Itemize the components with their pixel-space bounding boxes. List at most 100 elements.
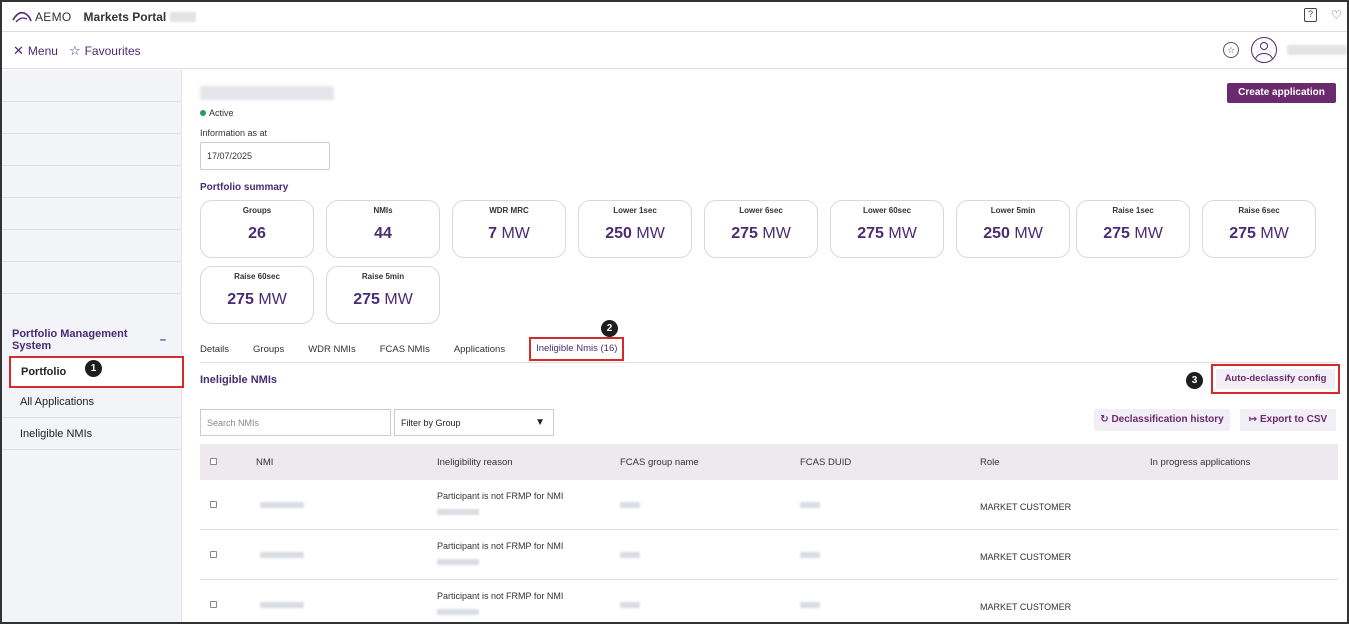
aemo-logo[interactable]: AEMO bbox=[12, 10, 72, 24]
select-all-checkbox[interactable] bbox=[210, 458, 217, 465]
summary-card-label: Raise 6sec bbox=[1238, 206, 1280, 215]
tab-groups[interactable]: Groups bbox=[253, 340, 284, 362]
fcas-group-value bbox=[620, 552, 640, 558]
tab-wdr-nmis[interactable]: WDR NMIs bbox=[308, 340, 356, 362]
summary-card: Lower 5min 250 MW bbox=[956, 200, 1070, 258]
menu-bar: ✕ Menu ☆ Favourites ☆ bbox=[2, 33, 1347, 69]
sidebar-blank-item bbox=[2, 102, 181, 134]
create-application-button[interactable]: Create application bbox=[1227, 83, 1336, 103]
chat-icon[interactable]: ♡ bbox=[1331, 8, 1343, 22]
row-checkbox[interactable] bbox=[210, 601, 217, 608]
summary-card-value: 7 MW bbox=[453, 225, 565, 243]
summary-card-unit: MW bbox=[1014, 225, 1043, 242]
summary-card-label: Groups bbox=[242, 206, 272, 215]
table-row[interactable]: Participant is not FRMP for NMI MARKET C… bbox=[200, 580, 1338, 622]
summary-card-value: 275 MW bbox=[327, 291, 439, 309]
column-header-fcas-group[interactable]: FCAS group name bbox=[620, 457, 699, 468]
summary-card-label: Raise 1sec bbox=[1112, 206, 1154, 215]
summary-card-number: 7 bbox=[488, 225, 497, 242]
tab-fcas-nmis[interactable]: FCAS NMIs bbox=[380, 340, 430, 362]
sidebar-item-label: All Applications bbox=[20, 395, 94, 408]
summary-card-unit: MW bbox=[888, 225, 917, 242]
summary-card-number: 250 bbox=[605, 225, 632, 242]
menu-label: Menu bbox=[27, 43, 58, 58]
callout-2: 2 bbox=[601, 320, 618, 337]
summary-card-label: Lower 6sec bbox=[739, 206, 783, 215]
column-header-in-progress[interactable]: In progress applications bbox=[1150, 457, 1250, 468]
menu-button[interactable]: ✕ Menu bbox=[13, 43, 58, 59]
summary-card-unit: MW bbox=[258, 291, 287, 308]
nmi-value bbox=[260, 552, 304, 558]
column-header-role[interactable]: Role bbox=[980, 457, 1000, 468]
summary-card-number: 275 bbox=[1103, 225, 1130, 242]
summary-card-value: 26 bbox=[201, 225, 313, 243]
filter-by-group-select[interactable]: Filter by Group ▼ bbox=[394, 409, 554, 436]
info-label: Information as at bbox=[200, 128, 268, 138]
summary-card: Groups 26 bbox=[200, 200, 314, 258]
status-text: Active bbox=[209, 108, 234, 118]
summary-card-unit: MW bbox=[762, 225, 791, 242]
filter-value: Filter by Group bbox=[401, 418, 461, 428]
tab-bar: Details Groups WDR NMIs FCAS NMIs Applic… bbox=[200, 337, 648, 362]
avatar[interactable] bbox=[1251, 37, 1277, 63]
tab-applications[interactable]: Applications bbox=[454, 340, 505, 362]
column-header-nmi[interactable]: NMI bbox=[256, 457, 273, 468]
role-value: MARKET CUSTOMER bbox=[980, 602, 1072, 612]
reason-nmi-value bbox=[437, 559, 479, 565]
summary-card-value: 275 MW bbox=[1203, 225, 1315, 243]
tab-divider bbox=[200, 362, 1338, 363]
declassification-history-button[interactable]: ↻ Declassification history bbox=[1094, 409, 1230, 431]
sidebar-blank-item bbox=[2, 166, 181, 198]
sidebar-item-all-applications[interactable]: All Applications bbox=[2, 386, 182, 418]
sidebar-blank-item bbox=[2, 262, 181, 294]
summary-card: Lower 6sec 275 MW bbox=[704, 200, 818, 258]
auto-declassify-label: Auto-declassify config bbox=[1216, 369, 1335, 389]
callout-1: 1 bbox=[85, 360, 102, 377]
favourites-button[interactable]: ☆ Favourites bbox=[69, 43, 141, 59]
history-icon: ↻ bbox=[1100, 414, 1112, 425]
favourite-star-icon[interactable]: ☆ bbox=[1223, 42, 1239, 58]
table-row[interactable]: Participant is not FRMP for NMI MARKET C… bbox=[200, 530, 1338, 580]
summary-card-label: NMIs bbox=[373, 206, 393, 215]
row-checkbox[interactable] bbox=[210, 551, 217, 558]
export-csv-button[interactable]: ↦ Export to CSV bbox=[1240, 409, 1336, 431]
table-row[interactable]: Participant is not FRMP for NMI MARKET C… bbox=[200, 480, 1338, 530]
sidebar-blank-item bbox=[2, 134, 181, 166]
sidebar-blank-item bbox=[2, 198, 181, 230]
nmi-value bbox=[260, 602, 304, 608]
sidebar: Portfolio Management System – Portfolio … bbox=[2, 70, 184, 622]
sidebar-item-ineligible-nmis[interactable]: Ineligible NMIs bbox=[2, 418, 182, 450]
summary-card-label: Raise 5min bbox=[361, 272, 405, 281]
close-icon: ✕ bbox=[13, 42, 24, 58]
summary-card-unit: MW bbox=[384, 291, 413, 308]
role-value: MARKET CUSTOMER bbox=[980, 502, 1072, 512]
reason-nmi-value bbox=[437, 509, 479, 515]
fcas-duid-value bbox=[800, 502, 820, 508]
export-icon: ↦ bbox=[1248, 414, 1260, 425]
summary-card-number: 44 bbox=[374, 225, 392, 242]
auto-declassify-config-button[interactable]: Auto-declassify config bbox=[1211, 364, 1340, 394]
callout-3: 3 bbox=[1186, 372, 1203, 389]
sidebar-item-label: Ineligible NMIs bbox=[20, 427, 93, 440]
summary-card: Raise 6sec 275 MW bbox=[1202, 200, 1316, 258]
search-nmis-input[interactable]: Search NMIs bbox=[200, 409, 391, 436]
summary-card-value: 44 bbox=[327, 225, 439, 243]
sidebar-section-pms[interactable]: Portfolio Management System – bbox=[2, 323, 182, 357]
fcas-duid-value bbox=[800, 602, 820, 608]
participant-name bbox=[200, 86, 334, 100]
aemo-logo-icon bbox=[12, 11, 32, 22]
summary-card-value: 275 MW bbox=[831, 225, 943, 243]
collapse-icon[interactable]: – bbox=[160, 334, 166, 346]
info-date-field[interactable]: 17/07/2025 bbox=[200, 142, 330, 170]
summary-card: WDR MRC 7 MW bbox=[452, 200, 566, 258]
summary-card-label: Lower 1sec bbox=[613, 206, 657, 215]
column-header-fcas-duid[interactable]: FCAS DUID bbox=[800, 457, 851, 468]
ineligibility-reason: Participant is not FRMP for NMI bbox=[437, 491, 564, 501]
tab-ineligible-nmis[interactable]: Ineligible Nmis (16) bbox=[529, 337, 625, 361]
row-checkbox[interactable] bbox=[210, 501, 217, 508]
column-header-reason[interactable]: Ineligibility reason bbox=[437, 457, 513, 468]
role-value: MARKET CUSTOMER bbox=[980, 552, 1072, 562]
help-icon[interactable]: ? bbox=[1304, 8, 1317, 22]
tab-details[interactable]: Details bbox=[200, 340, 229, 362]
user-name[interactable] bbox=[1287, 45, 1347, 55]
